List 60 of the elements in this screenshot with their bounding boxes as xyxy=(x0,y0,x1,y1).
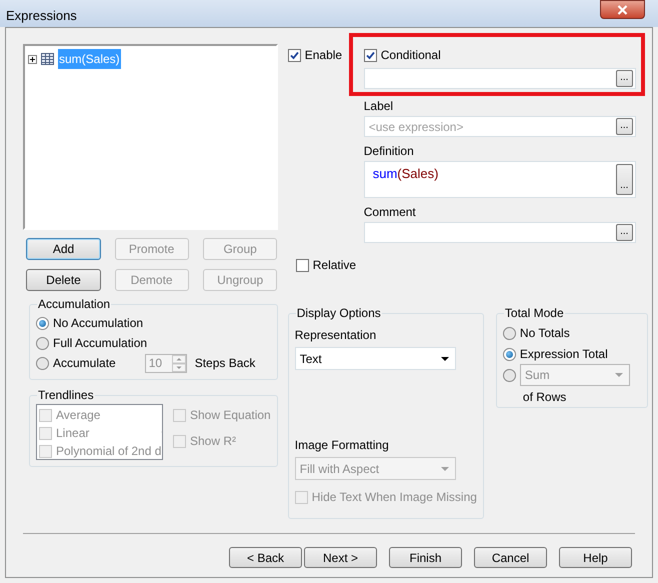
rows-label: of Rows xyxy=(522,389,568,406)
group-title: Accumulation xyxy=(37,296,112,313)
radio-button[interactable] xyxy=(502,326,516,340)
wizard-button[interactable]: Next > xyxy=(304,547,377,568)
representation-dropdown[interactable]: Text xyxy=(294,347,456,370)
close-icon xyxy=(617,4,628,14)
wizard-button[interactable]: Finish xyxy=(389,547,462,568)
radio-label: No Totals xyxy=(520,325,570,342)
caret-icon xyxy=(440,356,449,360)
radio-label: Expression Total xyxy=(520,346,608,363)
comment-field[interactable]: ... xyxy=(364,222,636,243)
expand-icon[interactable] xyxy=(28,54,37,64)
field-label: Image Formatting xyxy=(294,437,390,454)
trendline-option-label: Show R² xyxy=(190,433,236,450)
close-button[interactable] xyxy=(600,0,645,19)
definition-field[interactable]: sum(Sales) ... xyxy=(364,161,636,198)
field-label: Definition xyxy=(364,143,415,160)
trendline-label: Polynomial of 2nd d xyxy=(56,443,162,459)
check-icon xyxy=(290,50,299,60)
wizard-button[interactable]: Help xyxy=(559,547,632,568)
group-title: Trendlines xyxy=(37,387,95,404)
table-icon xyxy=(41,53,54,65)
field-label: Label xyxy=(364,98,394,115)
caret-icon xyxy=(440,466,449,470)
radio-button[interactable] xyxy=(36,316,49,330)
label-field[interactable]: <use expression> ... xyxy=(364,116,636,137)
dialog-button[interactable]: Add xyxy=(26,238,101,260)
caret-icon xyxy=(614,373,623,377)
browse-button[interactable]: ... xyxy=(616,70,633,87)
enable-label: Enable xyxy=(304,47,342,64)
checkbox[interactable] xyxy=(288,48,301,62)
trendline-label: Average xyxy=(56,407,100,424)
radio-label: No Accumulation xyxy=(53,315,144,332)
trendline-label: Linear xyxy=(56,425,90,442)
radio-label: Accumulate xyxy=(53,355,116,372)
check-icon xyxy=(366,50,375,60)
browse-button[interactable]: ... xyxy=(616,224,633,241)
dialog-button[interactable]: Delete xyxy=(26,269,101,291)
radio-button[interactable] xyxy=(502,368,516,382)
group-title: Display Options xyxy=(296,305,382,322)
group-title: Total Mode xyxy=(504,305,565,322)
radio-button[interactable] xyxy=(502,348,516,360)
radio-button[interactable] xyxy=(36,336,49,350)
conditional-label: Conditional xyxy=(380,47,441,64)
field-label: Representation xyxy=(294,327,378,344)
checkbox[interactable] xyxy=(296,258,309,272)
hide-text-label: Hide Text When Image Missing xyxy=(312,489,477,506)
radio-label: Full Accumulation xyxy=(53,335,148,352)
checkbox[interactable] xyxy=(364,48,377,62)
condition-field[interactable]: ... xyxy=(364,68,636,89)
wizard-button[interactable]: Cancel xyxy=(474,547,547,568)
window-title: Expressions xyxy=(6,7,77,25)
radio-button[interactable] xyxy=(36,356,49,370)
trendline-option-label: Show Equation xyxy=(190,407,271,424)
browse-button[interactable]: ... xyxy=(616,164,633,195)
browse-button[interactable]: ... xyxy=(616,118,633,135)
wizard-button[interactable]: < Back xyxy=(229,547,302,568)
field-label: Comment xyxy=(364,204,417,221)
steps-label: Steps Back xyxy=(194,355,256,372)
relative-label: Relative xyxy=(312,257,356,274)
